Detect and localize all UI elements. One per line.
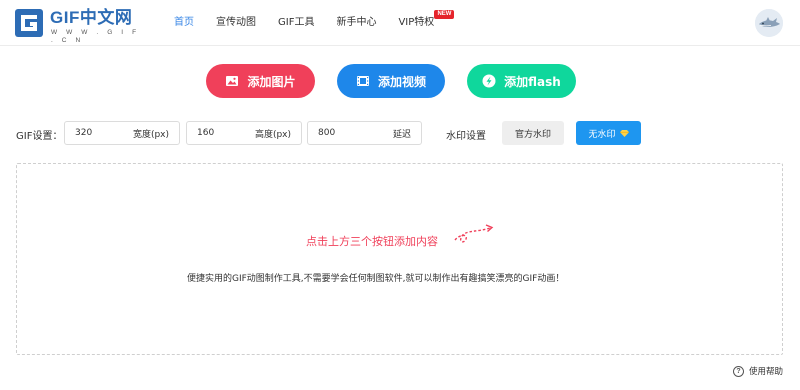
dropzone-hint: 点击上方三个按钮添加内容 xyxy=(306,235,438,248)
height-field[interactable]: 160 高度(px) xyxy=(186,121,302,145)
gif-settings-label: GIF设置： xyxy=(16,131,63,142)
delay-value: 800 xyxy=(318,128,336,138)
height-unit: 高度(px) xyxy=(254,129,291,140)
nav-item-vip[interactable]: VIP特权 NEW xyxy=(398,0,455,46)
delay-field[interactable]: 800 延迟 xyxy=(307,121,422,145)
width-unit: 宽度(px) xyxy=(132,129,169,140)
gif-logo-icon xyxy=(15,9,43,37)
question-circle-icon: ? xyxy=(733,365,744,377)
add-video-label: 添加视频 xyxy=(377,74,426,89)
add-flash-label: 添加flash xyxy=(504,74,561,89)
image-icon xyxy=(226,76,239,86)
logo-subtitle: W W W . G I F . C N xyxy=(51,29,140,44)
help-label: 使用帮助 xyxy=(749,367,784,377)
nav-item-vip-label: VIP特权 xyxy=(398,17,435,28)
curly-arrow-icon xyxy=(454,224,494,243)
delay-unit: 延迟 xyxy=(392,129,411,140)
help-link[interactable]: ? 使用帮助 xyxy=(733,365,783,377)
film-icon xyxy=(356,76,369,86)
logo-title: GIF中文网 xyxy=(50,8,133,27)
nav-item-home[interactable]: 首页 xyxy=(174,0,194,46)
add-video-button[interactable]: 添加视频 xyxy=(337,64,445,98)
diamond-icon xyxy=(619,129,629,137)
nav-item-gif-tools[interactable]: GIF工具 xyxy=(278,0,314,46)
height-value: 160 xyxy=(197,128,215,138)
add-flash-button[interactable]: 添加flash xyxy=(467,64,576,98)
shark-avatar-icon xyxy=(755,9,783,37)
watermark-settings-label: 水印设置 xyxy=(446,131,486,142)
user-avatar[interactable] xyxy=(755,9,783,37)
flash-icon xyxy=(482,74,496,88)
new-badge: NEW xyxy=(434,10,455,19)
site-logo[interactable]: GIF中文网 W W W . G I F . C N xyxy=(14,8,144,44)
no-watermark-label: 无水印 xyxy=(588,129,616,140)
no-watermark-button[interactable]: 无水印 xyxy=(576,121,641,145)
width-value: 320 xyxy=(75,128,93,138)
official-watermark-button[interactable]: 官方水印 xyxy=(502,121,564,145)
tool-description: 便捷实用的GIF动图制作工具,不需要学会任何制图软件,就可以制作出有趣搞笑漂亮的… xyxy=(187,274,565,284)
main-nav: 首页 宣传动图 GIF工具 新手中心 VIP特权 NEW xyxy=(174,0,456,46)
upload-dropzone[interactable] xyxy=(16,163,783,355)
add-image-label: 添加图片 xyxy=(247,74,296,89)
add-image-button[interactable]: 添加图片 xyxy=(206,64,315,98)
nav-item-promo-gifs[interactable]: 宣传动图 xyxy=(216,0,256,46)
header-bar: GIF中文网 W W W . G I F . C N 首页 宣传动图 GIF工具… xyxy=(0,0,800,46)
nav-item-beginner-center[interactable]: 新手中心 xyxy=(336,0,376,46)
width-field[interactable]: 320 宽度(px) xyxy=(64,121,180,145)
